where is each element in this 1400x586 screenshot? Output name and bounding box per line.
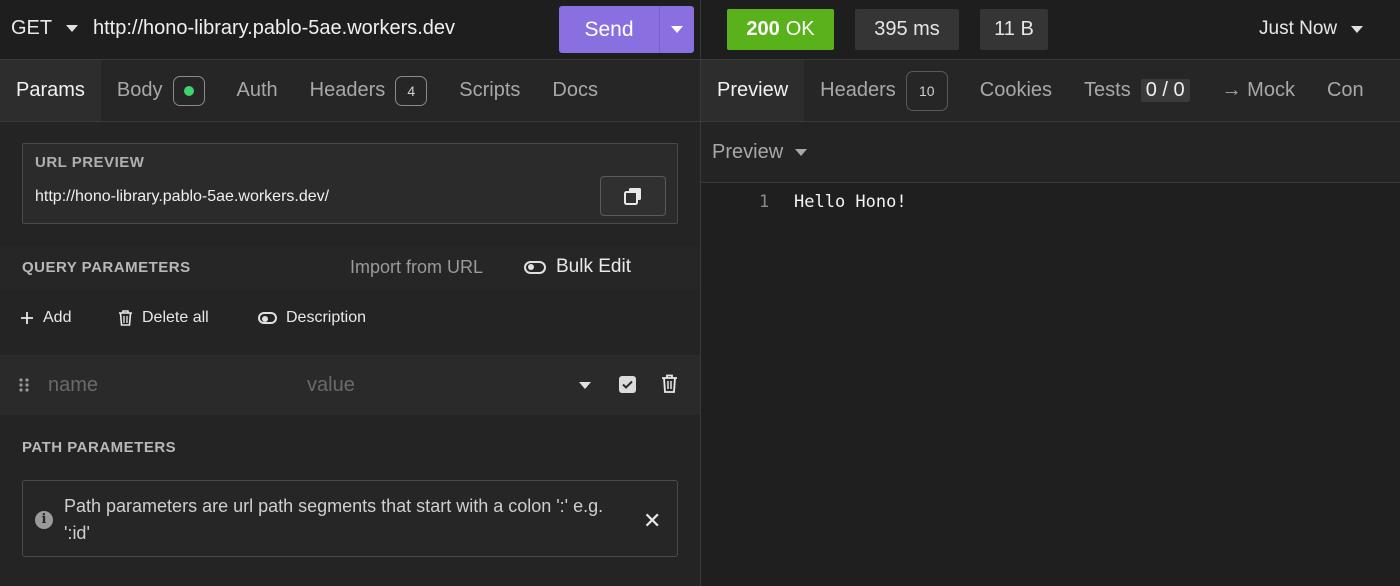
- bulk-edit-toggle[interactable]: Bulk Edit: [524, 256, 631, 278]
- tab-label: Headers: [309, 79, 386, 101]
- url-preview-title: URL PREVIEW: [35, 154, 145, 171]
- copy-icon: [624, 188, 641, 205]
- param-value-input[interactable]: value: [307, 374, 355, 397]
- response-pane: 200 OK 395 ms 11 B Just Now Preview Head…: [700, 0, 1400, 586]
- tab-tests[interactable]: Tests 0 / 0: [1068, 60, 1206, 121]
- history-dropdown[interactable]: Just Now: [1259, 18, 1364, 40]
- add-param-button[interactable]: Add: [20, 309, 71, 327]
- tests-count: 0 / 0: [1140, 79, 1190, 102]
- request-pane: GET http://hono-library.pablo-5ae.worker…: [0, 0, 700, 586]
- add-label: Add: [43, 309, 72, 326]
- response-size-badge: 11 B: [980, 9, 1048, 50]
- tab-cookies[interactable]: Cookies: [964, 60, 1068, 121]
- path-params-title: PATH PARAMETERS: [22, 439, 177, 456]
- info-icon: i: [35, 511, 53, 529]
- request-tabs: Params Body Auth Headers 4 Scripts Docs: [0, 60, 700, 122]
- description-toggle[interactable]: Description: [258, 309, 366, 327]
- chevron-down-icon: [671, 26, 683, 33]
- tab-headers[interactable]: Headers 4: [294, 60, 444, 121]
- tab-label: Con: [1326, 79, 1364, 101]
- preview-mode-dropdown[interactable]: Preview: [712, 141, 808, 164]
- tab-response-headers[interactable]: Headers 10: [804, 60, 964, 121]
- response-time-badge: 395 ms: [855, 9, 959, 50]
- tab-docs[interactable]: Docs: [536, 60, 614, 121]
- description-label: Description: [286, 309, 367, 326]
- code-line: Hello Hono!: [794, 192, 907, 212]
- tab-body[interactable]: Body: [101, 60, 221, 121]
- tab-auth[interactable]: Auth: [221, 60, 294, 121]
- tab-preview[interactable]: Preview: [701, 60, 805, 121]
- close-icon[interactable]: ✕: [643, 508, 661, 534]
- tab-label: Body: [116, 79, 163, 101]
- body-status-badge: [172, 75, 205, 106]
- import-from-url-link[interactable]: Import from URL: [350, 257, 483, 278]
- tab-mock[interactable]: → Mock: [1206, 60, 1311, 121]
- trash-icon: [119, 310, 132, 326]
- status-badge: 200 OK: [727, 9, 834, 50]
- history-label: Just Now: [1259, 18, 1338, 39]
- checkmark-icon: [622, 380, 633, 389]
- url-input[interactable]: http://hono-library.pablo-5ae.workers.de…: [93, 17, 455, 40]
- chevron-down-icon: [1351, 25, 1364, 33]
- delete-all-button[interactable]: Delete all: [118, 309, 209, 327]
- trash-icon[interactable]: [661, 374, 678, 393]
- send-options-button[interactable]: [659, 6, 694, 53]
- path-params-info: i Path parameters are url path segments …: [22, 480, 678, 557]
- path-params-info-text: Path parameters are url path segments th…: [64, 496, 604, 543]
- param-name-input[interactable]: name: [48, 374, 98, 397]
- tab-scripts[interactable]: Scripts: [443, 60, 536, 121]
- param-enabled-checkbox[interactable]: [619, 376, 636, 393]
- toggle-icon: [258, 312, 277, 324]
- response-status-bar: 200 OK 395 ms 11 B Just Now: [701, 0, 1400, 60]
- copy-url-button[interactable]: [600, 176, 666, 216]
- chevron-down-icon: [66, 25, 79, 32]
- bulk-edit-label: Bulk Edit: [556, 256, 631, 277]
- active-dot-icon: [183, 85, 194, 96]
- delete-all-label: Delete all: [142, 309, 209, 326]
- plus-icon: [21, 312, 33, 324]
- method-select[interactable]: GET: [11, 17, 79, 40]
- response-tabs: Preview Headers 10 Cookies Tests 0 / 0 →…: [701, 60, 1400, 122]
- send-label: Send: [584, 17, 634, 41]
- preview-mode-bar: Preview: [701, 122, 1400, 183]
- tab-label: Tests: [1084, 79, 1131, 101]
- preview-mode-label: Preview: [712, 141, 784, 163]
- headers-count-badge: 4: [395, 75, 428, 106]
- tab-label: Preview: [717, 79, 789, 101]
- url-preview-box: URL PREVIEW http://hono-library.pablo-5a…: [22, 143, 678, 224]
- tab-label: Params: [16, 79, 85, 101]
- chevron-down-icon[interactable]: [579, 382, 591, 389]
- tab-label: → Mock: [1221, 79, 1295, 101]
- query-param-row: name value: [0, 355, 700, 415]
- status-text: OK: [785, 18, 815, 40]
- chevron-down-icon: [795, 149, 808, 156]
- tab-label: Docs: [552, 79, 598, 101]
- tab-label: Auth: [236, 79, 278, 101]
- line-number: 1: [759, 192, 770, 212]
- method-label: GET: [11, 17, 53, 39]
- drag-handle-icon[interactable]: [18, 377, 30, 393]
- response-headers-count-badge: 10: [905, 70, 948, 111]
- toggle-icon: [524, 260, 546, 274]
- tab-label: Cookies: [979, 79, 1053, 101]
- url-preview-value: http://hono-library.pablo-5ae.workers.de…: [35, 188, 330, 205]
- tab-params[interactable]: Params: [0, 60, 101, 121]
- tab-label: Headers: [820, 79, 896, 101]
- query-params-title: QUERY PARAMETERS: [22, 259, 191, 276]
- tab-label: Scripts: [459, 79, 521, 101]
- url-bar: GET http://hono-library.pablo-5ae.worker…: [0, 0, 700, 60]
- tab-console[interactable]: Con: [1311, 60, 1380, 121]
- send-button[interactable]: Send: [559, 6, 694, 53]
- status-code: 200: [746, 18, 780, 40]
